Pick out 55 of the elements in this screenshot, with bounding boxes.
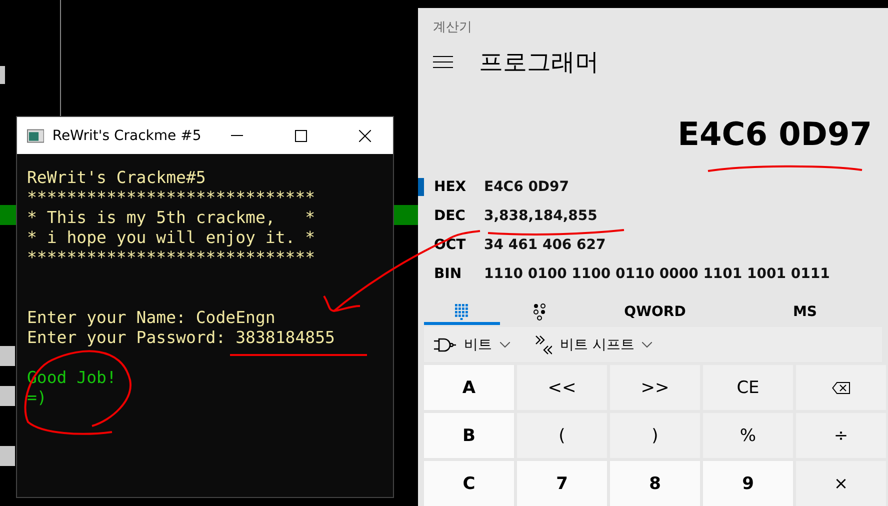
key-button[interactable]: ( <box>517 413 607 458</box>
keypad-icon <box>455 304 469 320</box>
base-value: 34 461 406 627 <box>484 236 606 252</box>
key-button[interactable]: << <box>517 365 607 410</box>
menu-icon[interactable] <box>433 56 453 68</box>
display-value: E4C6 0D97 <box>678 115 872 153</box>
double-chevron-icon <box>534 334 552 355</box>
console-line: * i hope you will enjoy it. * <box>27 228 316 248</box>
tab[interactable]: QWORD <box>580 301 730 326</box>
key-button[interactable]: 7 <box>517 461 607 506</box>
key-button[interactable]: C <box>424 461 514 506</box>
chevron-down-icon <box>642 342 652 348</box>
backspace-icon <box>832 382 850 394</box>
key-button[interactable]: A <box>424 365 514 410</box>
app-title: 계산기 <box>432 19 473 36</box>
console-line: Enter your Name: CodeEngn <box>27 308 276 328</box>
key-button[interactable]: 8 <box>610 461 700 506</box>
key-button[interactable]: ÷ <box>796 413 886 458</box>
tab[interactable]: MS <box>730 301 880 326</box>
console-line: * This is my 5th crackme, * <box>27 208 316 228</box>
base-value: 1110 0100 1100 0110 0000 1101 1001 0111 <box>484 266 830 282</box>
close-icon <box>359 130 372 142</box>
highlight-bar <box>0 205 16 225</box>
panel-edge <box>0 446 15 466</box>
console-line: =) <box>27 388 48 408</box>
app-icon <box>27 128 44 142</box>
base-label: DEC <box>434 208 466 224</box>
base-value: 3,838,184,855 <box>484 208 598 224</box>
minimize-icon <box>231 134 244 136</box>
mode-title: 프로그래머 <box>479 47 599 78</box>
console-line: Enter your Password: 3838184855 <box>27 328 336 348</box>
highlight-bar <box>392 205 418 225</box>
key-button[interactable]: × <box>796 461 886 506</box>
base-label: HEX <box>434 178 468 194</box>
dropdown-button[interactable]: 비트 <box>434 336 510 354</box>
logic-gate-icon <box>434 336 456 353</box>
console-line: ReWrit's Crackme#5 <box>27 168 207 188</box>
console-line: ***************************** <box>27 248 316 268</box>
key-button[interactable]: CE <box>703 365 793 410</box>
panel-edge <box>0 386 15 406</box>
base-value: E4C6 0D97 <box>484 178 570 194</box>
key-button[interactable]: B <box>424 413 514 458</box>
key-button[interactable]: % <box>703 413 793 458</box>
maximize-icon <box>295 130 308 142</box>
panel-edge <box>0 66 5 84</box>
dots-icon <box>533 302 547 321</box>
window-title: ReWrit's Crackme #5 <box>52 128 202 144</box>
panel-edge <box>0 346 15 366</box>
key-button[interactable]: ) <box>610 413 700 458</box>
chevron-down-icon <box>500 342 510 348</box>
dropdown-button[interactable]: 비트 시프트 <box>534 334 652 355</box>
key-button[interactable]: 9 <box>703 461 793 506</box>
base-label: BIN <box>434 266 463 282</box>
key-button[interactable]: >> <box>610 365 700 410</box>
console-line: ***************************** <box>27 188 316 208</box>
